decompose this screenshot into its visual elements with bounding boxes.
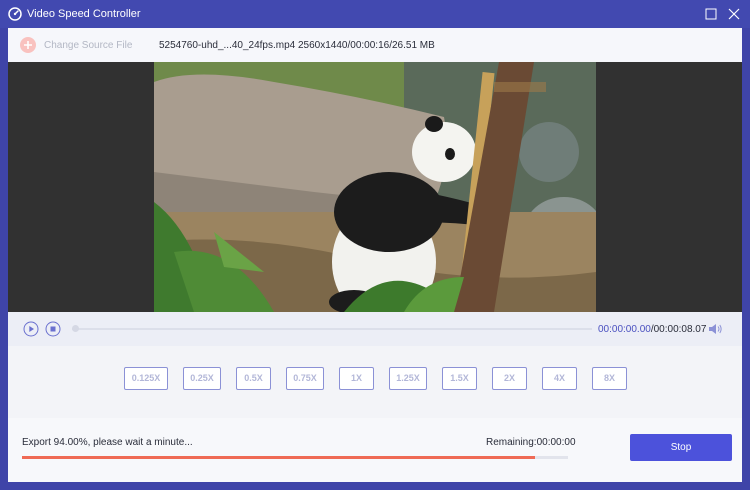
speed-1x-button[interactable]: 1X [339,367,374,390]
export-progress-fill [22,456,536,459]
volume-icon[interactable] [707,322,723,336]
total-time: /00:00:08.07 [650,324,707,335]
close-icon[interactable] [726,6,742,22]
main-window: Change Source File 5254760-uhd_...40_24f… [8,28,742,482]
toolbar: Change Source File 5254760-uhd_...40_24f… [8,28,742,62]
speed-0-75x-button[interactable]: 0.75X [286,367,324,390]
playback-progress-handle[interactable] [72,325,79,332]
stop-button[interactable]: Stop [630,434,732,461]
speed-0-5x-button[interactable]: 0.5X [236,367,271,390]
title-bar: Video Speed Controller [0,0,750,28]
speed-options: 0.125X 0.25X 0.5X 0.75X 1X 1.25X 1.5X 2X… [8,346,742,418]
playback-controls: 00:00:00.00/00:00:08.07 [8,312,742,346]
remaining-time: Remaining:00:00:00 [486,437,576,448]
playback-progress-bar[interactable] [72,328,592,330]
export-progress-bar [22,456,568,459]
window-title: Video Speed Controller [27,8,141,20]
speed-2x-button[interactable]: 2X [492,367,527,390]
speed-1-25x-button[interactable]: 1.25X [389,367,427,390]
maximize-icon[interactable] [703,6,719,22]
add-icon[interactable] [20,37,36,53]
change-source-button[interactable]: Change Source File [44,40,132,51]
speed-1-5x-button[interactable]: 1.5X [442,367,477,390]
file-info: 2560x1440/00:00:16/26.51 MB [298,40,435,51]
panda-video-image [154,62,596,312]
export-panel: Export 94.00%, please wait a minute... R… [8,418,742,482]
speed-0-125x-button[interactable]: 0.125X [124,367,168,390]
file-name: 5254760-uhd_...40_24fps.mp4 [159,40,296,51]
video-preview [8,62,742,312]
current-time: 00:00:00.00 [598,324,651,335]
speed-8x-button[interactable]: 8X [592,367,627,390]
stop-icon[interactable] [45,321,61,337]
speed-0-25x-button[interactable]: 0.25X [183,367,221,390]
play-icon[interactable] [23,321,39,337]
speed-4x-button[interactable]: 4X [542,367,577,390]
time-display: 00:00:00.00/00:00:08.07 [598,324,706,335]
video-frame [154,62,596,312]
export-status: Export 94.00%, please wait a minute... [22,437,193,448]
speed-gauge-icon [8,7,22,21]
